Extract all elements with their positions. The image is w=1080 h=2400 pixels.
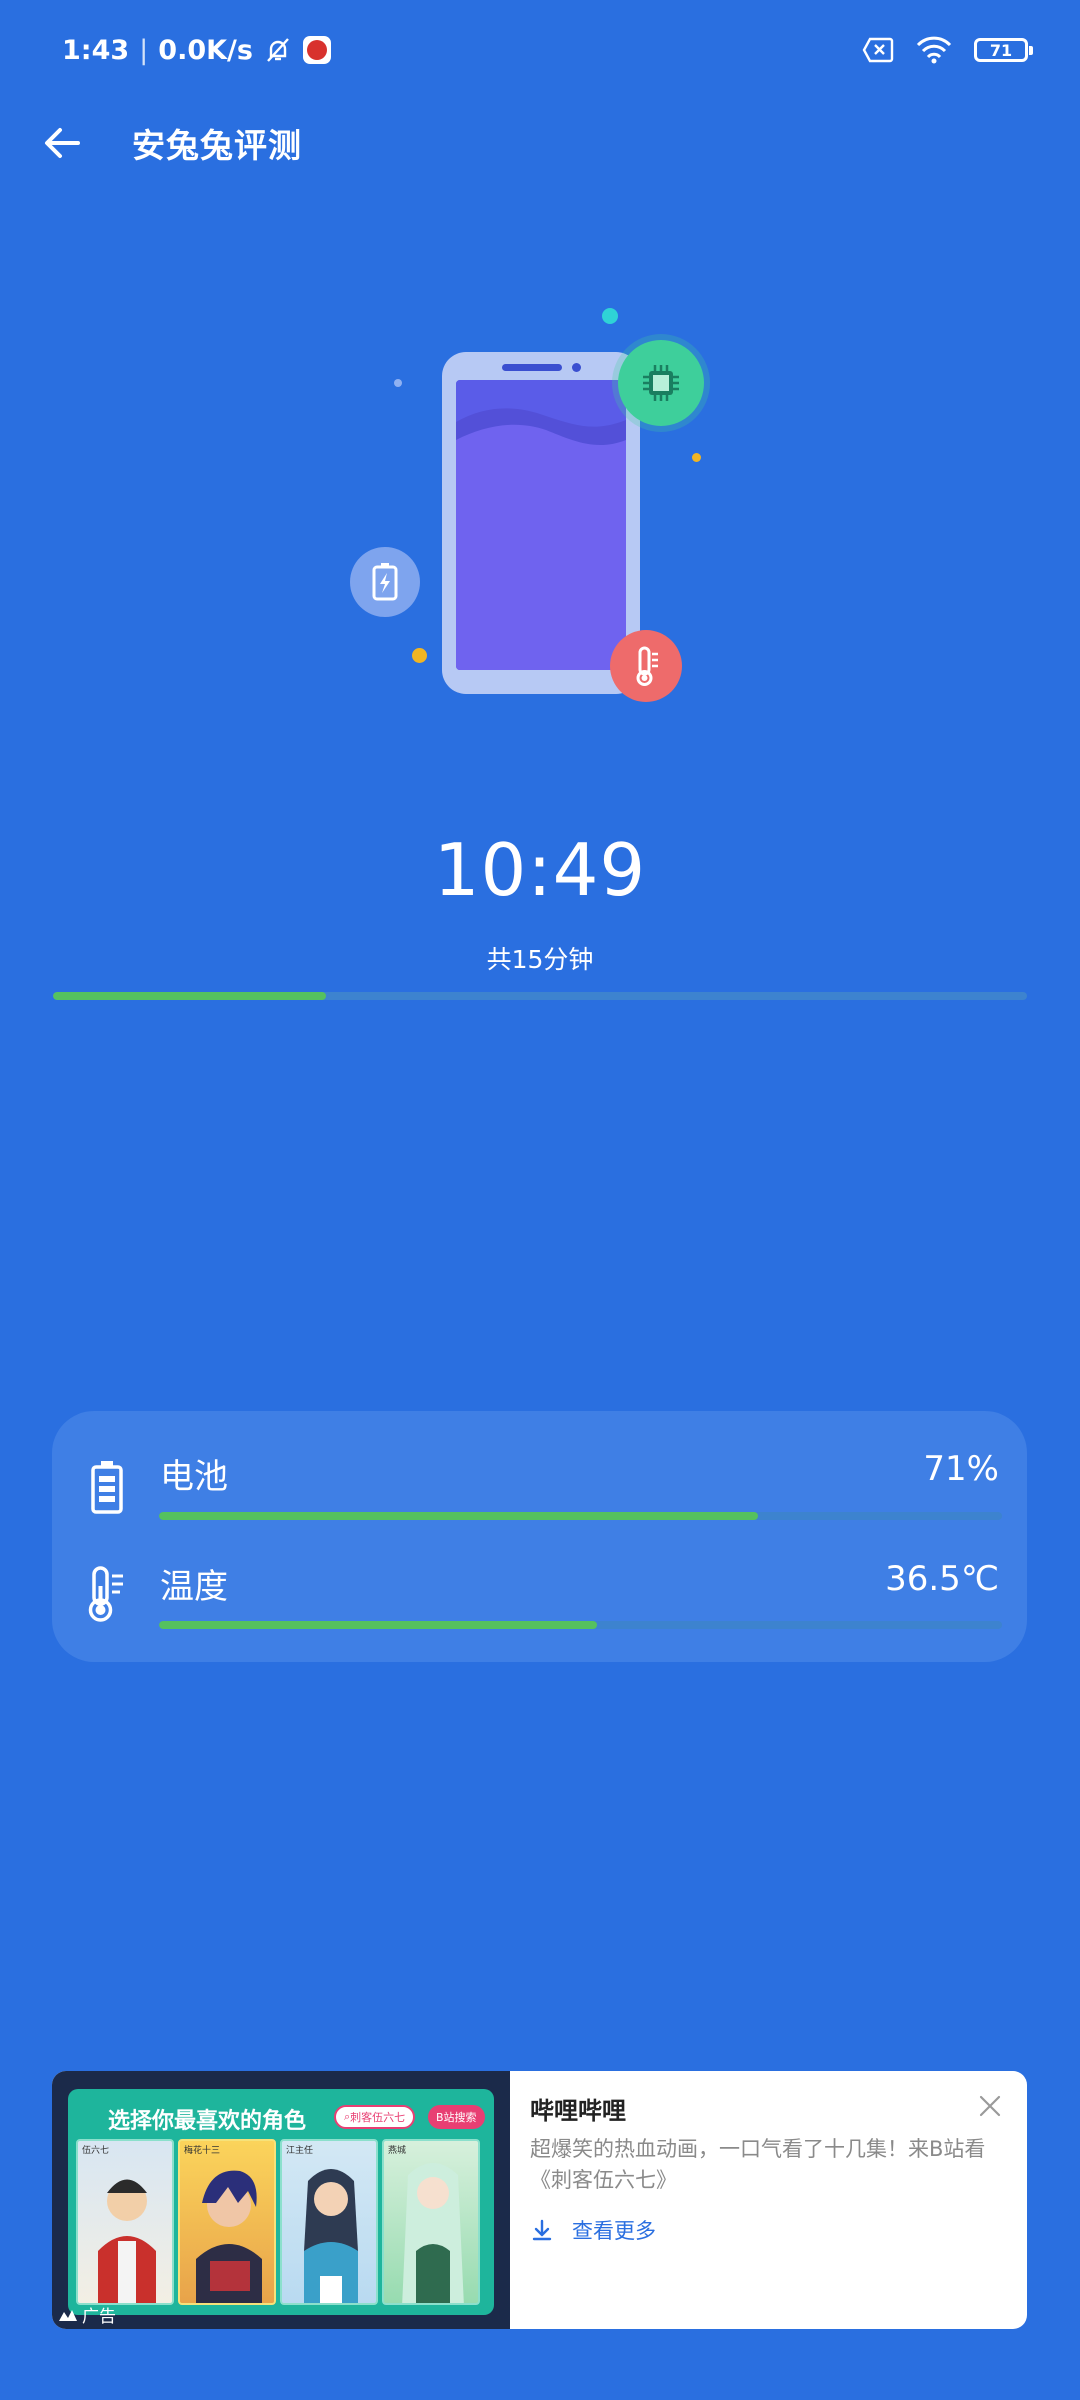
timer-progress-fill [53, 992, 326, 1000]
ad-banner-search-button: B站搜索 [428, 2105, 485, 2129]
ad-character-card: 伍六七 [76, 2139, 174, 2305]
ad-tag-text: 广告 [82, 2307, 116, 2327]
arrow-left-icon [45, 127, 80, 158]
thermometer-icon [610, 630, 682, 702]
decor-dot [394, 379, 402, 387]
thermometer-stat-icon [82, 1565, 132, 1625]
status-bar: 1:43 | 0.0K/s 71 [0, 0, 1080, 100]
ad-close-button[interactable] [975, 2091, 1005, 2121]
ad-see-more-label: 查看更多 [572, 2219, 656, 2243]
ad-image[interactable]: 选择你最喜欢的角色 ⌕ 刺客伍六七 B站搜索 伍六七 梅花十三 江主任 燕城 广… [52, 2071, 510, 2329]
decor-dot [692, 453, 701, 462]
phone-screen [456, 380, 626, 670]
ad-banner-title: 选择你最喜欢的角色 [108, 2109, 307, 2134]
temperature-label: 温度 [160, 1567, 228, 1607]
ad-see-more-button[interactable]: 查看更多 [530, 2215, 656, 2245]
stat-row-battery: 电池 71% [52, 1411, 1027, 1521]
back-button[interactable] [40, 121, 84, 165]
ad-character-name: 伍六七 [82, 2146, 110, 2156]
battery-indicator: 71 [974, 38, 1033, 62]
ad-character-card: 梅花十三 [178, 2139, 276, 2305]
phone-graphic [442, 352, 640, 694]
close-icon [979, 2095, 1001, 2117]
bell-muted-icon [263, 35, 293, 65]
battery-charging-icon [350, 547, 420, 617]
download-icon [532, 2219, 552, 2241]
temperature-value: 36.5℃ [885, 1559, 999, 1599]
temperature-progress-bar [159, 1621, 1002, 1629]
ad-character-card: 燕城 [382, 2139, 480, 2305]
battery-icon [82, 1457, 132, 1517]
ad-character-name: 江主任 [286, 2146, 314, 2156]
timer-total-label: 共15分钟 [486, 945, 594, 974]
chip-icon [618, 340, 704, 426]
temperature-progress-fill [159, 1621, 598, 1629]
ad-card[interactable]: 选择你最喜欢的角色 ⌕ 刺客伍六七 B站搜索 伍六七 梅花十三 江主任 燕城 广… [52, 2071, 1027, 2329]
ad-description: 超爆笑的热血动画，一口气看了十几集！来B站看《刺客伍六七》 [530, 2137, 986, 2192]
stat-row-temperature: 温度 36.5℃ [52, 1521, 1027, 1631]
ad-title: 哔哩哔哩 [530, 2097, 626, 2125]
ad-banner-search-text: 刺客伍六七 [350, 2111, 406, 2124]
decor-dot [412, 648, 427, 663]
status-right: 71 [862, 36, 1033, 64]
timer-progress-bar [53, 992, 1027, 1000]
decor-dot [602, 308, 618, 324]
battery-level-text: 71 [989, 40, 1013, 60]
app-notification-icon [302, 36, 331, 64]
ad-character-name: 梅花十三 [184, 2146, 221, 2156]
device-illustration [330, 295, 730, 715]
wifi-icon [916, 36, 952, 64]
status-time: 1:43 [62, 34, 130, 66]
stats-card: 电池 71% 温度 36.5℃ [52, 1411, 1027, 1662]
ad-body: 哔哩哔哩 超爆笑的热血动画，一口气看了十几集！来B站看《刺客伍六七》 [530, 2091, 1000, 2196]
ad-banner-search: ⌕ 刺客伍六七 [334, 2105, 416, 2129]
status-left: 1:43 | 0.0K/s [62, 35, 331, 66]
ad-banner: 选择你最喜欢的角色 ⌕ 刺客伍六七 B站搜索 伍六七 梅花十三 江主任 燕城 [68, 2089, 494, 2315]
ad-character-name: 燕城 [388, 2146, 407, 2156]
status-net-speed: 0.0K/s [158, 34, 253, 66]
ad-tag: 广告 [58, 2302, 116, 2327]
app-header: 安兔兔评测 [0, 100, 1080, 185]
battery-progress-fill [159, 1512, 758, 1520]
status-separator: | [139, 34, 149, 66]
phone-speaker [502, 364, 562, 371]
timer-value: 10:49 [433, 828, 647, 912]
battery-label: 电池 [160, 1457, 228, 1497]
battery-progress-bar [159, 1512, 1002, 1520]
ad-character-card: 江主任 [280, 2139, 378, 2305]
battery-value: 71% [923, 1449, 999, 1489]
page-title: 安兔兔评测 [132, 125, 302, 165]
ad-logo-icon [59, 2309, 77, 2321]
phone-camera [572, 363, 581, 372]
sim-off-icon [862, 37, 894, 63]
